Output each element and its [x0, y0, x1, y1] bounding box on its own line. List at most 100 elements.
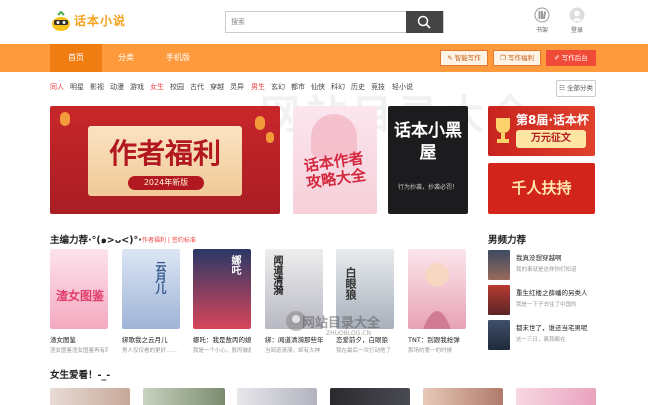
banner-author-welfare[interactable]: 作者福利 2024年新版: [50, 106, 280, 214]
book-card[interactable]: 娜吒 娜吒：我是敖丙的媳 我是一个小心，敖丙皱眉问问: [193, 249, 251, 354]
book-desc: 我是一个小心，敖丙皱眉问问: [193, 348, 251, 354]
cover-text: 娜吒: [229, 255, 240, 275]
book-desc: 渣女图鉴渣女图鉴再有两个: [50, 348, 108, 354]
section-title-female-picks: 女生爱看！-_-: [50, 370, 111, 381]
category-xuanhuan[interactable]: 玄幻: [271, 82, 285, 92]
banner-scroll: 作者福利 2024年新版: [88, 126, 242, 196]
banner-author-guide[interactable]: 话本作者攻略大全: [293, 106, 377, 214]
book-title: TNT：别跟我抢弹: [408, 336, 460, 344]
side-book-cover: [488, 250, 510, 280]
lantern-icon: [60, 112, 70, 126]
category-lingyi[interactable]: 灵异: [230, 82, 244, 92]
book-desc: 那场的第一的时候: [408, 348, 453, 354]
cover-text: 渣女图鉴: [56, 289, 105, 303]
all-categories-label: 全部分类: [566, 84, 593, 92]
banner-title: 话本小黑屋: [394, 121, 462, 163]
category-kehuan[interactable]: 科幻: [331, 82, 345, 92]
side-book-item[interactable]: 我真没想穿越啊 我的事就是这样你们知道: [488, 250, 598, 281]
cover-text: 云月儿: [154, 261, 167, 294]
category-gudai[interactable]: 古代: [190, 82, 204, 92]
search-button[interactable]: [406, 11, 443, 33]
book-cover: 云月儿: [122, 249, 180, 329]
site-header: 话本小说 书架: [0, 0, 648, 44]
side-book-cover: [488, 285, 510, 315]
book-card[interactable]: 白眼狼 恋爱前夕，白眼狼 我在最后一次打动他了: [336, 249, 394, 354]
category-chuanyue[interactable]: 穿越: [210, 82, 224, 92]
bookshelf-icon: [534, 7, 550, 23]
book-title: 娜吒：我是敖丙的媳: [193, 336, 251, 344]
book-cover[interactable]: [143, 388, 225, 405]
book-title: 渣女图鉴: [50, 336, 76, 344]
book-card[interactable]: 渣女图鉴 渣女图鉴 渣女图鉴渣女图鉴再有两个: [50, 249, 108, 354]
site-logo[interactable]: 话本小说: [50, 9, 146, 35]
category-xiaoyuan[interactable]: 校园: [170, 82, 184, 92]
banner-caption: 行为抄袭，抄袭必罚！: [397, 184, 458, 191]
side-book-title: 我真没想穿越啊: [516, 254, 562, 262]
book-cover[interactable]: [50, 388, 130, 405]
section-links[interactable]: 作者福利 | 签约标准: [142, 235, 196, 244]
bookshelf-label: 书架: [535, 27, 548, 34]
writing-backend-label: 写作后台: [561, 54, 588, 62]
book-desc: 男人仅仅看的更好……: [122, 348, 178, 354]
nav-category[interactable]: 分类: [102, 44, 150, 72]
category-nansheng[interactable]: 男生: [251, 82, 265, 92]
book-desc: 我在最后一次打动他了: [336, 348, 392, 354]
banner-title: 作者福利: [108, 137, 221, 170]
book-cover[interactable]: [423, 388, 503, 405]
nav-mobile[interactable]: 手机版: [150, 44, 206, 72]
banner-title: 第8届·话本杯: [516, 113, 589, 127]
banner-subtitle: 万元征文: [516, 130, 586, 148]
banner-black-room[interactable]: 话本小黑屋 行为抄袭，抄袭必罚！: [388, 106, 468, 214]
nav-home[interactable]: 首页: [50, 44, 102, 72]
category-nvsheng[interactable]: 女生: [150, 82, 164, 92]
writing-welfare-label: 写作福利: [507, 54, 534, 62]
trophy-icon: [496, 118, 510, 143]
bookshelf-link[interactable]: 书架: [527, 7, 557, 34]
all-categories-button[interactable]: ☷ 全部分类: [556, 80, 596, 97]
smart-writing-button[interactable]: ✎ 智能写作: [440, 50, 488, 66]
main-nav: 首页 分类 手机版 ✎ 智能写作 ❐ 写作福利 ✐ 写作后台: [0, 44, 648, 72]
book-card[interactable]: 闻道清漪 綁：闻道清漪那些年 当闻道清漪，却有大神: [265, 249, 323, 354]
writing-backend-button[interactable]: ✐ 写作后台: [546, 50, 596, 66]
book-cover[interactable]: [330, 388, 410, 405]
page: 话本小说 书架: [0, 0, 648, 405]
search-icon: [417, 15, 431, 29]
book-card[interactable]: TNT：别跟我抢弹 那场的第一的时候: [408, 249, 466, 354]
book-card[interactable]: 云月儿 綁歌我之云月儿 男人仅仅看的更好……: [122, 249, 180, 354]
category-tongren[interactable]: 同人: [50, 82, 64, 92]
section-title-editor-picks: 主编力荐·°(๑>ᴗ<)°·: [50, 235, 142, 246]
book-desc: 当闻道清漪，却有大神: [265, 348, 321, 354]
side-book-title: 都末世了，谁还当宅男呢: [516, 324, 588, 332]
section-title-male-picks: 男频力荐: [488, 235, 527, 246]
cover-portrait-icon: [423, 263, 451, 329]
book-title: 綁歌我之云月儿: [122, 336, 168, 344]
category-lishi[interactable]: 历史: [351, 82, 365, 92]
side-book-desc: 这一三日，离我都在: [516, 337, 566, 343]
side-book-item[interactable]: 都末世了，谁还当宅男呢 这一三日，离我都在: [488, 320, 598, 351]
side-book-item[interactable]: 重生红楼之薛蟠的另类人 我是一下子去往了中国的: [488, 285, 598, 316]
category-dongman[interactable]: 动漫: [110, 82, 124, 92]
book-cover[interactable]: [516, 388, 596, 405]
banner-support-plan[interactable]: 千人扶持: [488, 163, 595, 214]
category-dushi[interactable]: 都市: [291, 82, 305, 92]
cover-text: 白眼狼: [344, 267, 357, 300]
gift-icon: ❐: [500, 54, 506, 62]
edit-icon: ✐: [554, 54, 560, 62]
category-mingxing[interactable]: 明星: [70, 82, 84, 92]
category-jingji[interactable]: 竞技: [371, 82, 385, 92]
book-cover[interactable]: [237, 388, 317, 405]
side-book-title: 重生红楼之薛蟠的另类人: [516, 289, 588, 297]
category-qingxiaoshuo[interactable]: 轻小说: [392, 82, 413, 92]
writing-welfare-button[interactable]: ❐ 写作福利: [493, 50, 541, 66]
side-book-desc: 我是一下子去往了中国的: [516, 302, 577, 308]
search-input[interactable]: [226, 12, 408, 32]
login-link[interactable]: 登录: [562, 7, 592, 34]
category-youxi[interactable]: 游戏: [130, 82, 144, 92]
watermark-subtext: ZHUOBLOG.CN: [326, 330, 371, 337]
banner-title: 话本作者攻略大全: [302, 148, 368, 193]
book-cover: [408, 249, 466, 329]
lantern-icon: [266, 132, 274, 143]
category-xianxia[interactable]: 仙侠: [311, 82, 325, 92]
banner-essay-contest[interactable]: 第8届·话本杯 万元征文: [488, 106, 595, 156]
category-yingshi[interactable]: 影视: [90, 82, 104, 92]
